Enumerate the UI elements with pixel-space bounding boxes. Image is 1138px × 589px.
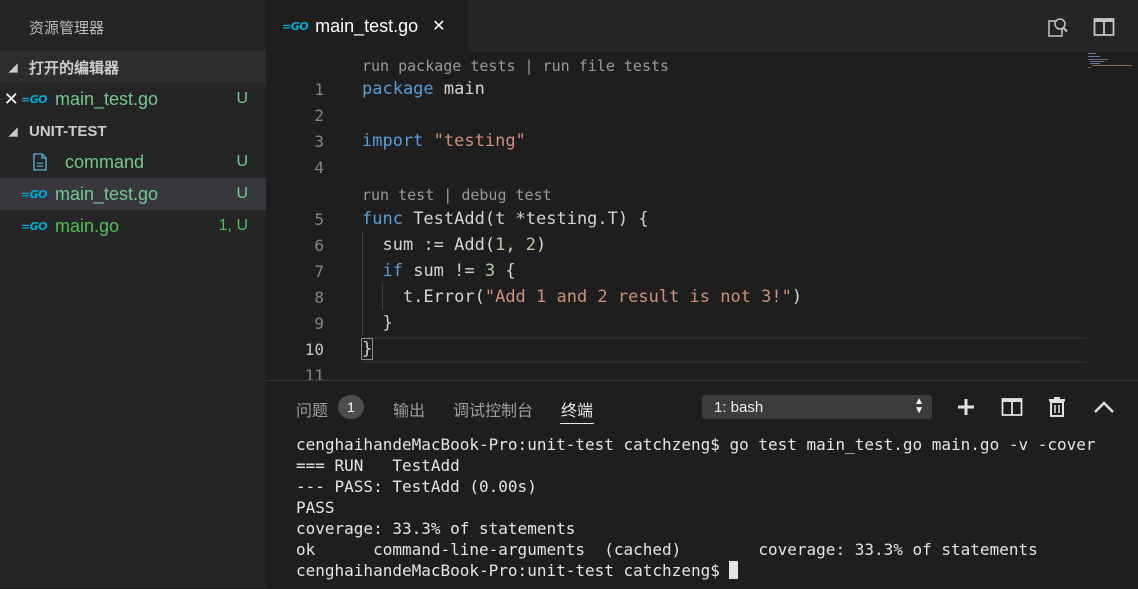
tab-output[interactable]: 输出 (393, 397, 425, 421)
open-editor-item[interactable]: ✕ =GO main_test.go U (0, 83, 266, 115)
tab-label: main_test.go (315, 15, 419, 36)
git-status-badge: 1, U (218, 217, 248, 234)
file-icon (33, 153, 47, 171)
active-tab-indicator (560, 423, 594, 424)
explorer-sidebar: 资源管理器 ◢ 打开的编辑器 ✕ =GO main_test.go U ◢ UN… (0, 0, 266, 588)
file-name: command (65, 151, 145, 172)
go-file-icon: =GO (20, 219, 48, 233)
code-line: func TestAdd(t *testing.T) { (362, 209, 649, 229)
code-line: if sum != 3 { (382, 261, 516, 281)
line-number: 9 (314, 314, 324, 333)
tab-terminal[interactable]: 终端 (561, 397, 593, 421)
maximize-panel-button[interactable] (1092, 395, 1116, 419)
terminal-line: ok command-line-arguments (cached) cover… (296, 540, 1038, 559)
terminal-select-value: 1: bash (714, 398, 764, 416)
split-editor-button[interactable] (1091, 14, 1117, 40)
code-line: sum := Add(1, 2) (362, 235, 547, 255)
close-icon[interactable]: ✕ (4, 89, 19, 110)
line-number-active: 10 (304, 340, 324, 359)
file-item-main-test[interactable]: =GO main_test.go U (0, 178, 266, 210)
trash-icon (1049, 397, 1065, 417)
terminal-line: PASS (296, 498, 335, 517)
split-terminal-button[interactable] (1000, 395, 1024, 419)
line-number: 1 (314, 80, 324, 99)
terminal-select[interactable]: 1: bash ▲ ▼ (702, 395, 932, 419)
file-item-command[interactable]: command U (0, 146, 266, 178)
go-file-icon: =GO (20, 187, 48, 201)
codelens-package[interactable]: run package tests | run file tests (362, 57, 669, 75)
collapse-arrow-icon: ◢ (9, 125, 18, 138)
kill-terminal-button[interactable] (1045, 395, 1069, 419)
tab-debug-console[interactable]: 调试控制台 (453, 397, 533, 421)
code-line: package main (362, 79, 485, 99)
terminal-prompt: cenghaihandeMacBook-Pro:unit-test catchz… (296, 561, 730, 580)
close-icon[interactable]: ✕ (432, 16, 445, 36)
open-editor-filename: main_test.go (55, 88, 159, 109)
code-editor[interactable]: run package tests | run file tests 1 2 3… (266, 52, 1138, 380)
code-line: t.Error("Add 1 and 2 result is not 3!") (402, 287, 803, 307)
split-terminal-icon (1001, 398, 1023, 416)
terminal-prompt-line[interactable]: cenghaihandeMacBook-Pro:unit-test catchz… (296, 561, 739, 580)
line-number: 7 (314, 262, 324, 281)
open-editors-header[interactable]: ◢ 打开的编辑器 (0, 51, 266, 83)
editor-tab-bar: =GO main_test.go ✕ (266, 0, 1138, 52)
code-line: } (382, 313, 393, 333)
terminal-line: coverage: 33.3% of statements (296, 519, 576, 538)
line-number: 4 (314, 158, 324, 177)
open-editors-label: 打开的编辑器 (29, 59, 120, 77)
line-number: 11 (304, 366, 324, 380)
workspace-header[interactable]: ◢ UNIT-TEST (0, 115, 266, 147)
line-number: 5 (314, 210, 324, 229)
minimap[interactable] (1086, 52, 1138, 72)
explorer-title: 资源管理器 (29, 20, 105, 37)
code-line: import "testing" (362, 131, 526, 151)
go-file-icon: =GO (282, 19, 309, 33)
split-editor-icon (1093, 18, 1115, 36)
line-number: 3 (314, 132, 324, 151)
tab-main-test[interactable]: =GO main_test.go ✕ (266, 0, 468, 52)
search-file-icon (1048, 18, 1068, 37)
select-arrows-icon: ▲ ▼ (914, 396, 924, 416)
code-line: } (360, 338, 374, 360)
problems-count-badge: 1 (338, 395, 364, 419)
current-line-highlight (362, 337, 1087, 363)
file-item-main[interactable]: =GO main.go 1, U (0, 210, 266, 242)
open-preview-button[interactable] (1045, 14, 1071, 40)
terminal-line: === RUN TestAdd (296, 456, 460, 475)
tab-problems[interactable]: 问题 (296, 397, 328, 421)
bottom-panel: 问题 1 输出 调试控制台 终端 1: bash ▲ ▼ cenghaihand… (266, 380, 1138, 589)
go-file-icon: =GO (20, 92, 48, 106)
new-terminal-button[interactable] (954, 395, 978, 419)
collapse-arrow-icon: ◢ (9, 61, 18, 74)
plus-icon (958, 399, 974, 415)
line-number: 6 (314, 236, 324, 255)
line-number: 2 (314, 106, 324, 125)
terminal-line: cenghaihandeMacBook-Pro:unit-test catchz… (296, 435, 1096, 454)
workspace-label: UNIT-TEST (29, 122, 107, 140)
chevron-up-icon (1094, 401, 1114, 413)
git-status-badge: U (236, 90, 248, 107)
terminal-cursor (729, 561, 739, 579)
file-name: main.go (55, 215, 120, 236)
file-name: main_test.go (55, 183, 159, 204)
line-number: 8 (314, 288, 324, 307)
terminal-line: --- PASS: TestAdd (0.00s) (296, 477, 537, 496)
git-status-badge: U (236, 185, 248, 202)
git-status-badge: U (236, 153, 248, 170)
codelens-test[interactable]: run test | debug test (362, 186, 552, 204)
